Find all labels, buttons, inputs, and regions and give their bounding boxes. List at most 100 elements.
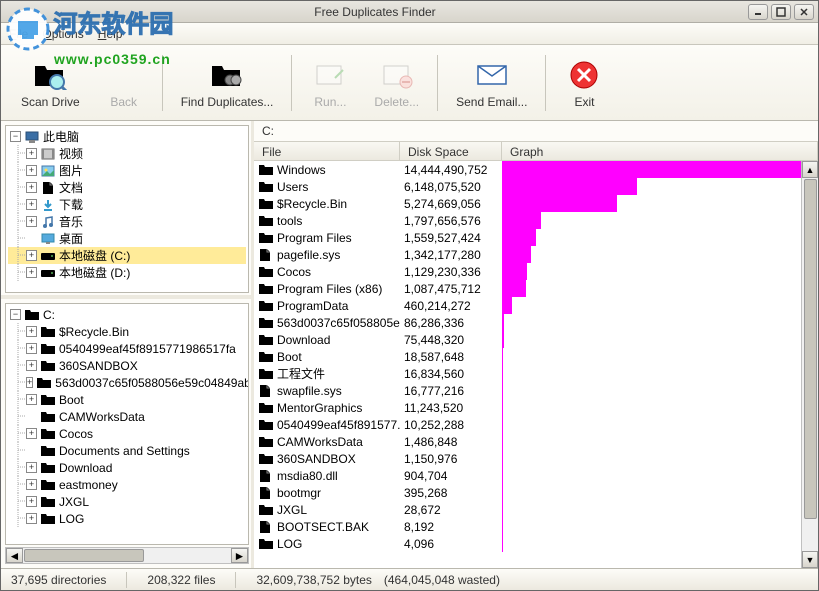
tree-item[interactable]: CAMWorksData: [8, 408, 246, 425]
tree-item[interactable]: +360SANDBOX: [8, 357, 246, 374]
tree-item[interactable]: +563d0037c65f0588056e59c04849ab: [8, 374, 246, 391]
column-graph[interactable]: Graph: [502, 142, 818, 160]
tree-horizontal-scrollbar[interactable]: ◄ ►: [5, 547, 249, 564]
titlebar[interactable]: Free Duplicates Finder: [1, 1, 818, 23]
tree-item[interactable]: +JXGL: [8, 493, 246, 510]
list-row[interactable]: pagefile.sys1,342,177,280: [254, 246, 818, 263]
list-row[interactable]: MentorGraphics11,243,520: [254, 399, 818, 416]
expand-toggle[interactable]: +: [26, 148, 37, 159]
size-bar-cell: [502, 246, 818, 263]
tree-item[interactable]: 桌面: [8, 230, 246, 247]
tree-item[interactable]: +Boot: [8, 391, 246, 408]
tree-item[interactable]: Documents and Settings: [8, 442, 246, 459]
size-bar: [502, 229, 536, 246]
run-button[interactable]: Run...: [298, 50, 362, 116]
expand-toggle[interactable]: +: [26, 343, 37, 354]
menu-help[interactable]: Help: [98, 27, 123, 41]
expand-toggle[interactable]: +: [26, 165, 37, 176]
expand-toggle[interactable]: +: [26, 267, 37, 278]
tree-item[interactable]: +eastmoney: [8, 476, 246, 493]
list-row[interactable]: 0540499eaf45f891577...10,252,288: [254, 416, 818, 433]
column-file[interactable]: File: [254, 142, 400, 160]
expand-toggle[interactable]: +: [26, 326, 37, 337]
list-row[interactable]: swapfile.sys16,777,216: [254, 382, 818, 399]
drive-tree[interactable]: −此电脑+视频+图片+文档+下载+音乐桌面+本地磁盘 (C:)+本地磁盘 (D:…: [5, 125, 249, 293]
list-row[interactable]: Cocos1,129,230,336: [254, 263, 818, 280]
list-row[interactable]: tools1,797,656,576: [254, 212, 818, 229]
list-row[interactable]: Program Files1,559,527,424: [254, 229, 818, 246]
list-vertical-scrollbar[interactable]: ▲ ▼: [801, 161, 818, 568]
send-email-button[interactable]: Send Email...: [444, 50, 539, 116]
file-name: BOOTSECT.BAK: [277, 520, 369, 534]
list-row[interactable]: Users6,148,075,520: [254, 178, 818, 195]
list-row[interactable]: 工程文件16,834,560: [254, 365, 818, 382]
tree-item[interactable]: +音乐: [8, 213, 246, 230]
expand-toggle[interactable]: +: [26, 199, 37, 210]
list-row[interactable]: BOOTSECT.BAK8,192: [254, 518, 818, 535]
exit-button[interactable]: Exit: [552, 50, 616, 116]
close-button[interactable]: [794, 4, 814, 20]
file-list[interactable]: Windows14,444,490,752Users6,148,075,520$…: [254, 161, 818, 568]
file-name: 0540499eaf45f891577...: [277, 418, 400, 432]
tree-item[interactable]: −C:: [8, 306, 246, 323]
horizontal-splitter[interactable]: [1, 295, 251, 299]
tree-item[interactable]: +LOG: [8, 510, 246, 527]
expand-toggle[interactable]: +: [26, 377, 33, 388]
tree-item-label: 文档: [59, 179, 83, 196]
scan-drive-button[interactable]: Scan Drive: [9, 50, 92, 116]
folder-tree[interactable]: −C:+$Recycle.Bin+0540499eaf45f8915771986…: [5, 303, 249, 545]
list-row[interactable]: CAMWorksData1,486,848: [254, 433, 818, 450]
scrollbar-thumb[interactable]: [24, 549, 144, 562]
expand-toggle[interactable]: +: [26, 250, 37, 261]
tree-item[interactable]: +Cocos: [8, 425, 246, 442]
column-disk-space[interactable]: Disk Space: [400, 142, 502, 160]
file-size: 395,268: [400, 486, 502, 500]
tree-item[interactable]: +图片: [8, 162, 246, 179]
back-button[interactable]: Back: [92, 50, 156, 116]
list-row[interactable]: $Recycle.Bin5,274,669,056: [254, 195, 818, 212]
list-row[interactable]: Download75,448,320: [254, 331, 818, 348]
menu-options[interactable]: Options: [42, 27, 83, 41]
scroll-right-arrow[interactable]: ►: [231, 548, 248, 563]
expand-toggle[interactable]: +: [26, 428, 37, 439]
expand-toggle[interactable]: +: [26, 216, 37, 227]
minimize-button[interactable]: [748, 4, 768, 20]
maximize-button[interactable]: [771, 4, 791, 20]
tree-item[interactable]: −此电脑: [8, 128, 246, 145]
expand-toggle[interactable]: +: [26, 479, 37, 490]
tree-item[interactable]: +本地磁盘 (C:): [8, 247, 246, 264]
size-bar-cell: [502, 229, 818, 246]
expand-toggle[interactable]: +: [26, 496, 37, 507]
collapse-toggle[interactable]: −: [10, 309, 21, 320]
list-row[interactable]: Windows14,444,490,752: [254, 161, 818, 178]
expand-toggle[interactable]: +: [26, 360, 37, 371]
tree-item[interactable]: +下载: [8, 196, 246, 213]
list-row[interactable]: msdia80.dll904,704: [254, 467, 818, 484]
tree-item[interactable]: +$Recycle.Bin: [8, 323, 246, 340]
expand-toggle[interactable]: +: [26, 462, 37, 473]
list-row[interactable]: Boot18,587,648: [254, 348, 818, 365]
scroll-up-arrow[interactable]: ▲: [802, 161, 818, 178]
menu-file[interactable]: File: [9, 27, 28, 41]
collapse-toggle[interactable]: −: [10, 131, 21, 142]
tree-item[interactable]: +0540499eaf45f8915771986517fa: [8, 340, 246, 357]
scroll-down-arrow[interactable]: ▼: [802, 551, 818, 568]
expand-toggle[interactable]: +: [26, 394, 37, 405]
list-row[interactable]: 563d0037c65f058805e...86,286,336: [254, 314, 818, 331]
delete-button[interactable]: Delete...: [362, 50, 431, 116]
expand-toggle[interactable]: +: [26, 182, 37, 193]
list-row[interactable]: 360SANDBOX1,150,976: [254, 450, 818, 467]
find-duplicates-button[interactable]: Find Duplicates...: [169, 50, 286, 116]
tree-item[interactable]: +Download: [8, 459, 246, 476]
tree-item[interactable]: +本地磁盘 (D:): [8, 264, 246, 281]
scrollbar-thumb[interactable]: [804, 179, 817, 519]
expand-toggle[interactable]: +: [26, 513, 37, 524]
tree-item[interactable]: + 文档: [8, 179, 246, 196]
tree-item[interactable]: +视频: [8, 145, 246, 162]
list-row[interactable]: LOG4,096: [254, 535, 818, 552]
list-row[interactable]: ProgramData460,214,272: [254, 297, 818, 314]
list-row[interactable]: bootmgr395,268: [254, 484, 818, 501]
scroll-left-arrow[interactable]: ◄: [6, 548, 23, 563]
list-row[interactable]: Program Files (x86)1,087,475,712: [254, 280, 818, 297]
list-row[interactable]: JXGL28,672: [254, 501, 818, 518]
